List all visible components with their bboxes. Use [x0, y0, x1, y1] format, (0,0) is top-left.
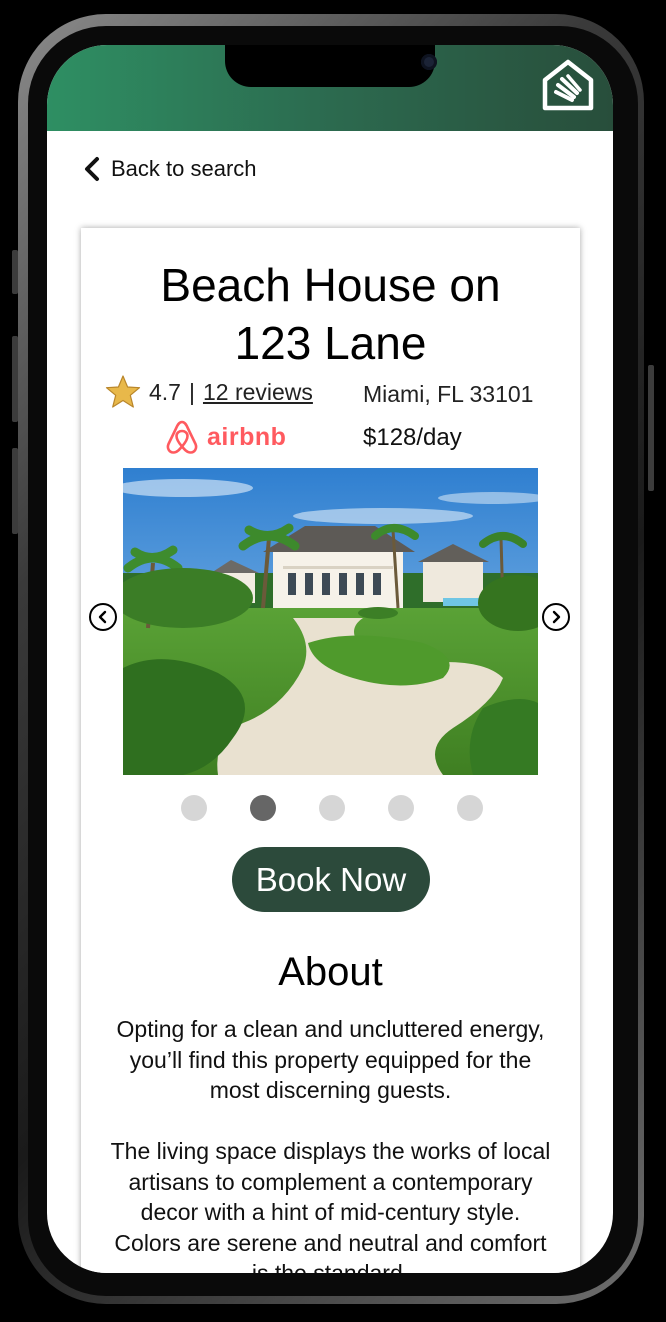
carousel-dot[interactable] — [319, 795, 345, 821]
back-to-search-link[interactable]: Back to search — [83, 153, 257, 185]
volume-down-button — [12, 448, 18, 534]
mute-switch — [12, 250, 18, 294]
listing-photo[interactable] — [123, 468, 538, 775]
house-logo-icon[interactable] — [541, 58, 595, 112]
rating-separator: | — [188, 378, 195, 405]
front-camera — [421, 54, 437, 70]
listing-title: Beach House on 123 Lane — [81, 256, 580, 372]
listing-card: Beach House on 123 Lane 4.7 | 12 reviews… — [81, 228, 580, 1273]
rating-row: 4.7 | 12 reviews — [105, 374, 313, 410]
chevron-left-circle-icon — [98, 610, 107, 624]
listing-location: Miami, FL 33101 — [363, 381, 534, 407]
book-now-button[interactable]: Book Now — [232, 847, 430, 912]
airbnb-logo-icon — [166, 420, 198, 454]
airbnb-wordmark: airbnb — [207, 422, 287, 451]
chevron-right-circle-icon — [552, 610, 561, 624]
phone-screen: Back to search Beach House on 123 Lane 4… — [47, 45, 613, 1273]
power-button — [648, 365, 654, 491]
about-heading: About — [278, 950, 383, 994]
carousel-dot[interactable] — [457, 795, 483, 821]
reviews-link[interactable]: 12 reviews — [203, 379, 313, 406]
carousel-prev-button[interactable] — [89, 603, 117, 631]
rating-value: 4.7 — [149, 378, 181, 405]
carousel-dot[interactable] — [181, 795, 207, 821]
star-icon — [105, 375, 141, 408]
about-paragraph-2: The living space displays the works of l… — [110, 1138, 551, 1273]
carousel-dot[interactable] — [250, 795, 276, 821]
carousel-dots — [181, 795, 483, 821]
notch — [225, 45, 437, 87]
listing-title-line1: Beach House on — [160, 259, 501, 311]
beach-house-photo — [123, 468, 538, 775]
carousel-next-button[interactable] — [542, 603, 570, 631]
carousel-dot[interactable] — [388, 795, 414, 821]
about-paragraph-1: Opting for a clean and uncluttered energ… — [116, 1016, 545, 1103]
listing-price: $128/day — [363, 424, 462, 451]
chevron-left-icon — [85, 157, 99, 181]
back-label: Back to search — [111, 156, 257, 181]
airbnb-logo[interactable]: airbnb — [165, 419, 286, 455]
volume-up-button — [12, 336, 18, 422]
listing-title-line2: 123 Lane — [234, 317, 427, 369]
